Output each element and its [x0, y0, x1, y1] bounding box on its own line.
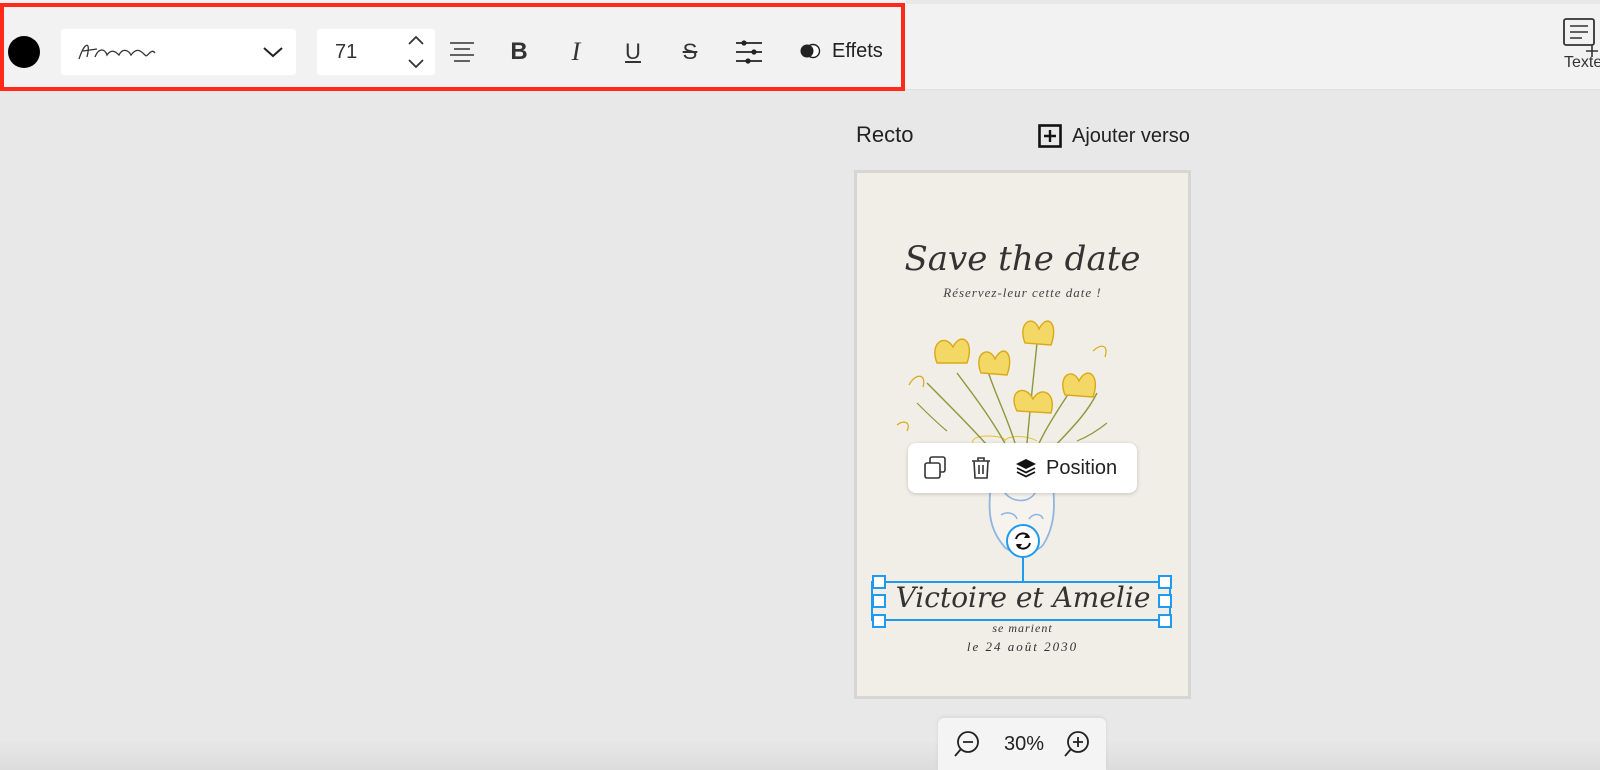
zoom-in-icon[interactable]	[1062, 729, 1092, 759]
card-subtitle[interactable]: Réservez-leur cette date !	[857, 285, 1188, 301]
font-size-field[interactable]: 71	[317, 29, 435, 75]
zoom-controls: 30%	[938, 718, 1106, 770]
resize-handle-top-right[interactable]	[1158, 575, 1172, 589]
underline-icon[interactable]: U	[613, 33, 653, 71]
resize-handle-top-left[interactable]	[872, 575, 886, 589]
element-context-menu: Position	[908, 443, 1137, 493]
rotate-connector	[1022, 554, 1024, 581]
side-label: Recto	[856, 122, 914, 147]
card-date[interactable]: le 24 août 2030	[857, 639, 1188, 655]
chevron-down-icon	[263, 47, 283, 58]
text-selection-box[interactable]	[871, 581, 1171, 621]
duplicate-icon[interactable]	[922, 454, 948, 482]
bold-icon[interactable]: B	[499, 33, 539, 71]
zoom-value: 30%	[1004, 733, 1045, 755]
plus-square-icon	[1038, 124, 1062, 148]
position-label: Position	[1046, 456, 1118, 479]
font-family-select[interactable]	[61, 29, 296, 75]
text-toolbar: 71 B I U S Effets	[0, 3, 905, 91]
add-back-label: Ajouter verso	[1072, 124, 1190, 147]
font-preview-icon	[78, 44, 156, 60]
effects-button[interactable]: Effets	[798, 31, 883, 71]
effects-toggle-icon	[800, 43, 821, 59]
resize-handle-left[interactable]	[872, 594, 886, 608]
add-back-button[interactable]: Ajouter verso	[1038, 122, 1190, 150]
position-button[interactable]: Position	[1014, 454, 1117, 482]
resize-handle-right[interactable]	[1158, 594, 1172, 608]
resize-handle-bottom-right[interactable]	[1158, 614, 1172, 628]
spacing-settings-icon[interactable]	[729, 33, 769, 71]
layers-icon	[1016, 459, 1036, 478]
text-color-swatch[interactable]	[8, 36, 40, 68]
font-size-value[interactable]: 71	[335, 41, 357, 64]
add-text-label[interactable]: Texte	[1564, 54, 1600, 72]
align-center-icon[interactable]	[442, 33, 482, 71]
effects-label: Effets	[832, 39, 883, 62]
italic-icon[interactable]: I	[556, 33, 596, 71]
zoom-out-icon[interactable]	[952, 729, 982, 759]
size-stepper-icon[interactable]	[405, 32, 427, 72]
top-bar-strip	[906, 0, 1600, 4]
strikethrough-icon[interactable]: S	[670, 33, 710, 71]
card-announcement[interactable]: se marient	[857, 621, 1188, 636]
resize-handle-bottom-left[interactable]	[872, 614, 886, 628]
trash-icon[interactable]	[968, 454, 994, 482]
card-title[interactable]: Save the date	[857, 239, 1188, 279]
bottom-shade	[0, 740, 1600, 770]
rotate-icon[interactable]	[1006, 524, 1040, 558]
